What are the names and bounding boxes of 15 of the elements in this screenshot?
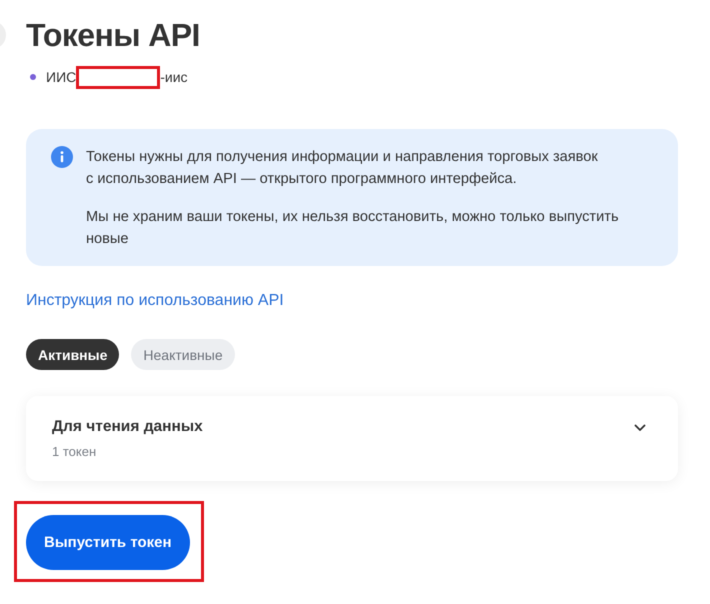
account-name: ИИС xyxy=(46,68,76,86)
info-icon xyxy=(51,146,73,168)
group-title: Для чтения данных xyxy=(52,417,203,437)
account-name: -иис xyxy=(160,68,188,86)
filter-tab[interactable]: Активные xyxy=(26,339,120,370)
info-text: Токены нужны для получения информации и направления торговых заявок с использованием API — открытого программного интерфейса. xyxy=(86,148,599,189)
chevron-icon[interactable] xyxy=(634,424,646,432)
status-dot-icon xyxy=(30,74,36,80)
info-text: Мы не храним ваши токены, их нельзя восстановить, можно только выпустить новые xyxy=(86,208,620,249)
filter-tab[interactable]: Неактивные xyxy=(131,339,235,370)
token-count: 1 токен xyxy=(52,443,98,461)
page-title: Токены API xyxy=(26,16,201,55)
help-link[interactable]: Инструкция по использованию API xyxy=(26,290,284,312)
issue-token-button[interactable]: Выпустить токен xyxy=(26,515,190,570)
token-group-card[interactable]: Для чтения данных 1 токен xyxy=(26,396,678,481)
